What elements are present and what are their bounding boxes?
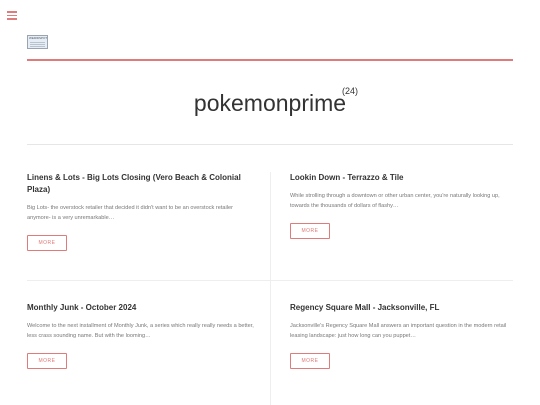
- row-divider: [27, 280, 270, 281]
- logo-line: [30, 44, 45, 45]
- more-button[interactable]: MORE: [290, 223, 330, 239]
- site-logo[interactable]: WEIRDSPOT: [27, 35, 48, 49]
- post-title[interactable]: Monthly Junk - October 2024: [27, 302, 255, 314]
- post-card: Regency Square Mall - Jacksonville, FL J…: [290, 302, 514, 369]
- post-excerpt: Welcome to the next installment of Month…: [27, 323, 254, 339]
- more-button[interactable]: MORE: [27, 235, 67, 251]
- post-card: Linens & Lots - Big Lots Closing (Vero B…: [27, 172, 255, 251]
- header-divider: [27, 59, 513, 61]
- post-card: Monthly Junk - October 2024 Welcome to t…: [27, 302, 255, 369]
- logo-text: WEIRDSPOT: [29, 36, 48, 40]
- logo-line: [30, 46, 45, 47]
- post-title[interactable]: Regency Square Mall - Jacksonville, FL: [290, 302, 514, 314]
- post-card: Lookin Down - Terrazzo & Tile While stro…: [290, 172, 514, 239]
- post-excerpt: Big Lots- the overstock retailer that de…: [27, 205, 233, 221]
- post-excerpt: While strolling through a downtown or ot…: [290, 193, 500, 209]
- logo-line: [30, 42, 45, 43]
- row-divider: [271, 280, 513, 281]
- post-title[interactable]: Linens & Lots - Big Lots Closing (Vero B…: [27, 172, 255, 196]
- site-title: pokemonprime: [193, 90, 347, 116]
- column-divider: [270, 172, 271, 405]
- more-button[interactable]: MORE: [290, 353, 330, 369]
- post-title[interactable]: Lookin Down - Terrazzo & Tile: [290, 172, 514, 184]
- hamburger-menu-icon[interactable]: [7, 11, 17, 20]
- post-count-badge: (24): [342, 86, 359, 96]
- post-excerpt: Jacksonville's Regency Square Mall answe…: [290, 323, 507, 339]
- title-divider: [27, 144, 513, 145]
- more-button[interactable]: MORE: [27, 353, 67, 369]
